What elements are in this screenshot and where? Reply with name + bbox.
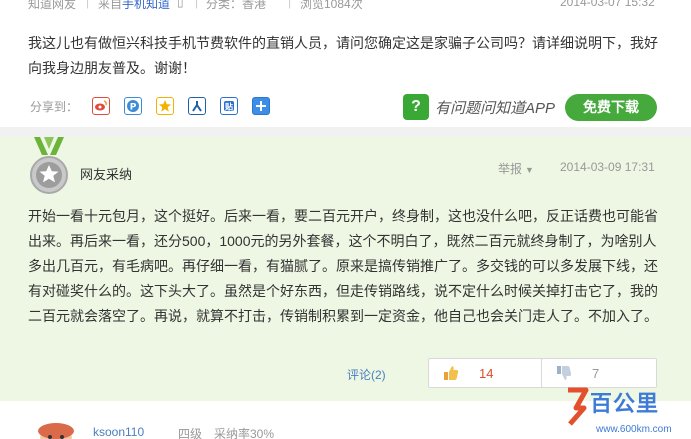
answer-text: 开始一看十元包月，这个挺好。后来一看，要二百元开户，终身制，这也没什么吧，反正话… (28, 208, 658, 324)
meta-from-label: 来自 (98, 0, 123, 11)
avatar[interactable] (34, 421, 78, 439)
qzone-icon[interactable]: P (124, 97, 143, 115)
medal-icon (30, 137, 68, 194)
share-bar: 分享到： P 贴 (30, 96, 284, 116)
phone-icon: ▯ (177, 0, 184, 9)
meta-separator: | (86, 0, 90, 9)
renren-icon[interactable] (188, 97, 207, 115)
answer-author: 网友采纳 (80, 167, 133, 182)
watermark-url: www.600km.com (596, 424, 672, 435)
comments-link[interactable]: 评论(2) (347, 366, 386, 383)
report-label: 举报 (498, 162, 523, 176)
svg-text:P: P (130, 103, 137, 113)
watermark-brand: 百公里 (590, 391, 660, 416)
meta-time: 2014-03-07 15:32 (560, 0, 655, 9)
meta-views: 浏览1084次 (300, 0, 363, 11)
meta-separator: | (288, 0, 292, 9)
meta-from-app-link[interactable]: 手机知道 (122, 0, 170, 12)
meta-separator: | (195, 0, 199, 9)
next-answer-level: 四级 (178, 427, 203, 439)
app-promo-text: 有问题问知道APP (435, 99, 556, 117)
svg-text:贴: 贴 (225, 102, 233, 112)
thumbs-down-icon (554, 365, 574, 381)
report-dropdown[interactable]: 举报 ▼ (498, 160, 534, 177)
question-meta: 知道网友 | 来自 手机知道 ▯ | 分类：香港 | 浏览1084次 2014-… (0, 0, 691, 14)
upvote-count: 14 (479, 365, 494, 381)
question-text: 我这儿也有做恒兴科技手机节费软件的直销人员，请问您确定这是家骗子公司吗？请详细说… (28, 35, 658, 76)
next-answer-rate: 采纳率30% (214, 427, 275, 439)
section-divider (0, 127, 691, 137)
plus-icon[interactable] (252, 97, 271, 115)
zhidao-app-icon: ? (403, 94, 429, 120)
watermark-logo-icon (568, 387, 589, 426)
answer-time: 2014-03-09 17:31 (560, 160, 655, 174)
meta-source: 知道网友 (28, 0, 77, 11)
next-answer-user[interactable]: ksoon110 (93, 425, 144, 439)
weibo-icon[interactable] (92, 97, 111, 115)
share-label: 分享到： (30, 99, 79, 114)
qq-icon[interactable] (156, 97, 175, 115)
app-promo: ? 有问题问知道APP 免费下载 (403, 93, 658, 121)
meta-category: 分类：香港 (206, 0, 267, 11)
upvote-button[interactable]: 14 (428, 358, 544, 388)
free-download-button[interactable]: 免费下载 (565, 93, 658, 121)
site-watermark: 百公里 www.600km.com (560, 384, 691, 439)
chevron-down-icon: ▼ (525, 165, 534, 175)
thumbs-up-icon (441, 365, 461, 381)
tieba-icon[interactable]: 贴 (220, 97, 239, 115)
downvote-count: 7 (592, 365, 600, 381)
